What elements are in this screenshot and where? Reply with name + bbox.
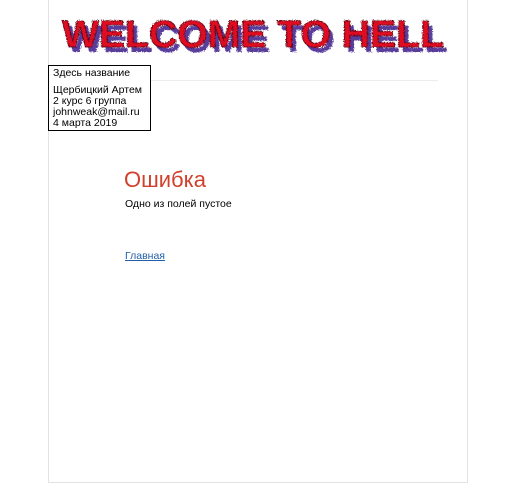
welcome-logo: WELCOME TO HELL WELCOME TO HELL xyxy=(58,6,458,62)
svg-text:WELCOME TO HELL: WELCOME TO HELL xyxy=(62,14,444,56)
header-divider xyxy=(120,80,438,81)
error-message: Одно из полей пустое xyxy=(125,198,232,210)
info-title: Здесь название xyxy=(53,67,131,79)
author-info-box: Здесь название Щербицкий Артем 2 курс 6 … xyxy=(48,65,151,131)
info-date: 4 марта 2019 xyxy=(53,117,118,129)
home-link[interactable]: Главная xyxy=(125,250,165,263)
error-heading: Ошибка xyxy=(124,167,206,192)
